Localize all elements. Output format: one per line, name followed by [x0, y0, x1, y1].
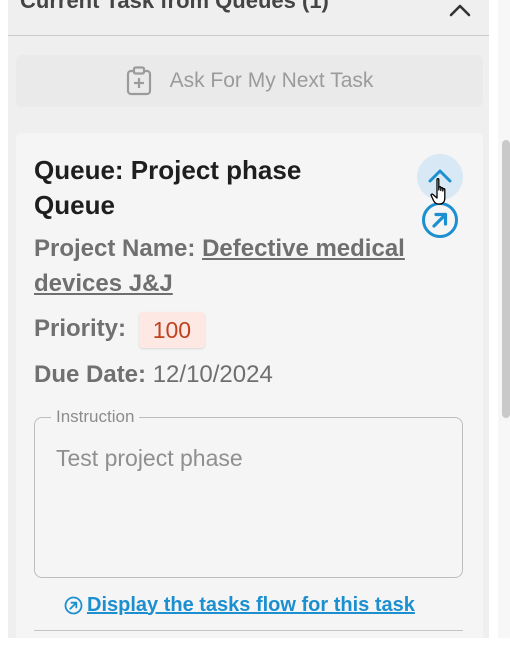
- priority-field: Priority: 100: [34, 311, 206, 348]
- tasks-flow-link-label: Display the tasks flow for this task: [87, 593, 415, 616]
- due-date-value: 12/10/2024: [152, 361, 273, 388]
- scrollbar-thumb[interactable]: [502, 140, 510, 418]
- project-name-field: Project Name: Defective medical devices …: [34, 231, 483, 301]
- clipboard-plus-icon: [126, 66, 151, 96]
- priority-label: Priority:: [34, 315, 127, 342]
- ask-next-task-button[interactable]: Ask For My Next Task: [16, 55, 483, 107]
- queue-title: Queue: Project phase Queue: [34, 155, 302, 220]
- chevron-up-icon[interactable]: [446, 0, 474, 25]
- due-date-label: Due Date:: [34, 361, 147, 388]
- priority-badge: 100: [138, 311, 206, 348]
- arrow-up-right-circle-icon: [64, 596, 83, 614]
- panel-title: Current Task from Queues (1): [20, 0, 329, 13]
- due-date-field: Due Date: 12/10/2024: [34, 357, 273, 392]
- bottom-edge: [0, 638, 510, 646]
- instruction-field: Instruction Test project phase: [34, 407, 463, 578]
- panel-header[interactable]: Current Task from Queues (1): [8, 0, 489, 36]
- ask-next-task-label: Ask For My Next Task: [169, 69, 374, 92]
- project-name-label: Project Name:: [34, 235, 196, 262]
- chevron-up-icon: [428, 169, 452, 183]
- instruction-label: Instruction: [51, 407, 140, 427]
- collapse-task-button[interactable]: [417, 154, 463, 200]
- card-divider: [34, 630, 463, 631]
- tasks-flow-link[interactable]: Display the tasks flow for this task: [64, 591, 415, 619]
- task-card: Queue: Project phase Queue Project Name:…: [16, 133, 483, 646]
- instruction-text: Test project phase: [56, 445, 243, 471]
